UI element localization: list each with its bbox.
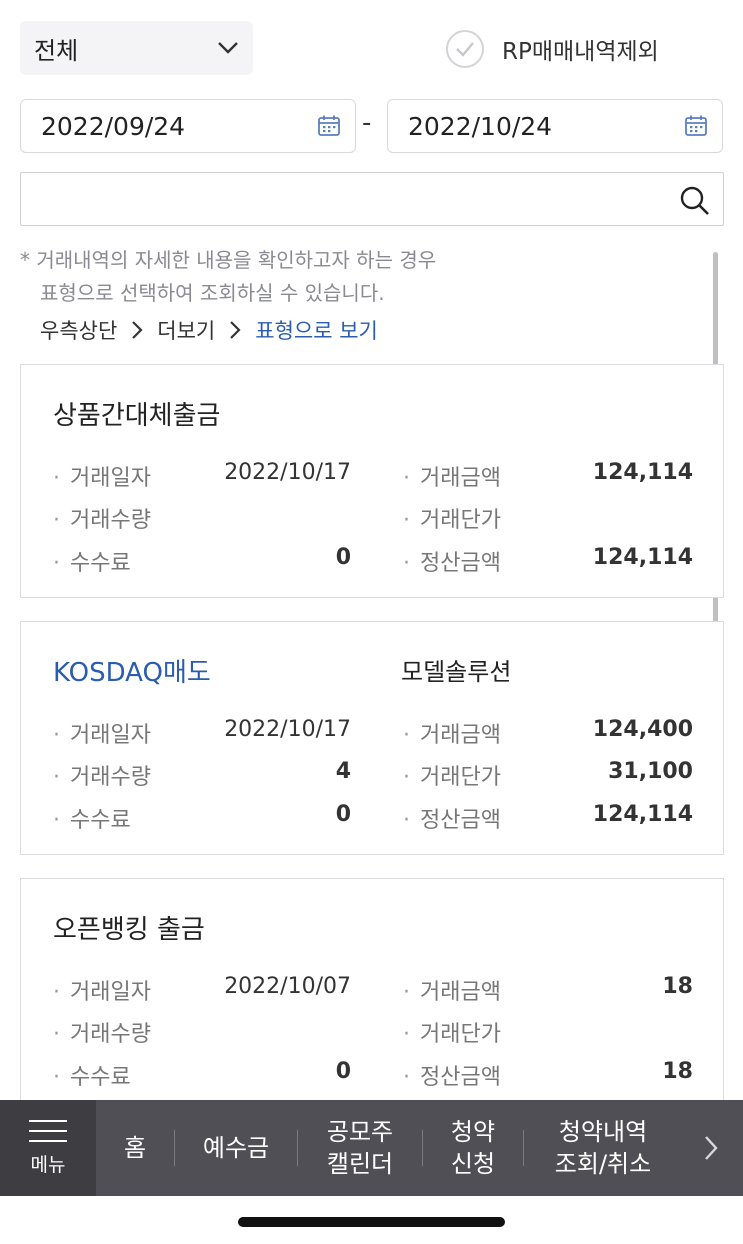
trade-qty-label: 거래수량	[53, 1016, 151, 1048]
detail-row: 수수료 0 정산금액 124,114	[21, 545, 723, 577]
notice-line-1: * 거래내역의 자세한 내용을 확인하고자 하는 경우	[20, 248, 437, 272]
trade-amount-label: 거래금액	[403, 717, 501, 749]
settle-amount-value: 124,114	[592, 802, 693, 827]
transaction-card[interactable]: KOSDAQ매도 모델솔루션 거래일자 2022/10/17 거래금액 124,…	[20, 621, 724, 855]
trade-date-label: 거래일자	[53, 717, 151, 749]
chevron-right-icon	[230, 321, 241, 339]
menu-label: 메뉴	[30, 1153, 66, 1176]
home-indicator	[238, 1217, 505, 1227]
detail-row: 수수료 0 정산금액 124,114	[21, 802, 723, 834]
trade-qty-label: 거래수량	[53, 759, 151, 791]
trade-qty-label: 거래수량	[53, 502, 151, 534]
fee-label: 수수료	[53, 802, 131, 834]
fee-label: 수수료	[53, 1059, 131, 1091]
settle-amount-label: 정산금액	[403, 1059, 501, 1091]
stock-name: 모델솔루션	[401, 658, 512, 686]
settle-amount-value: 124,114	[592, 545, 693, 570]
select-value: 전체	[34, 36, 79, 65]
breadcrumb-step-3: 표형으로 보기	[255, 319, 378, 343]
menu-button[interactable]: 메뉴	[0, 1100, 96, 1196]
trade-date-label: 거래일자	[53, 974, 151, 1006]
trade-amount-value: 124,114	[592, 460, 693, 485]
transaction-card[interactable]: 상품간대체출금 거래일자 2022/10/17 거래금액 124,114 거래수…	[20, 364, 724, 598]
nav-deposit[interactable]: 예수금	[175, 1100, 297, 1196]
nav-next-button[interactable]	[682, 1100, 740, 1196]
nav-subscribe[interactable]: 청약 신청	[423, 1100, 523, 1196]
rp-exclude-checkbox[interactable]: RP매매내역제외	[446, 30, 659, 68]
chevron-right-icon	[132, 321, 143, 339]
detail-row: 거래수량 4 거래단가 31,100	[21, 759, 723, 791]
search-icon[interactable]	[679, 185, 711, 217]
trade-date-value: 2022/10/07	[224, 974, 351, 999]
trade-amount-value: 124,400	[592, 717, 693, 742]
check-icon	[446, 30, 484, 68]
trade-date-value: 2022/10/17	[224, 460, 351, 485]
breadcrumb-step-2: 더보기	[157, 319, 216, 343]
detail-row: 거래수량 거래단가	[21, 502, 723, 534]
fee-value: 0	[335, 545, 351, 570]
nav-deposit-label: 예수금	[202, 1134, 270, 1162]
date-to-field[interactable]: 2022/10/24	[387, 99, 723, 153]
rp-exclude-label: RP매매내역제외	[502, 39, 659, 65]
trade-amount-value: 18	[662, 974, 693, 999]
transaction-card[interactable]: 오픈뱅킹 출금 거래일자 2022/10/07 거래금액 18 거래수량 거래단…	[20, 878, 724, 1112]
date-separator: -	[362, 108, 372, 138]
notice-line-2: 표형으로 선택하여 조회하실 수 있습니다.	[40, 281, 385, 305]
fee-label: 수수료	[53, 545, 131, 577]
breadcrumb: 우측상단 더보기 표형으로 보기	[40, 315, 378, 345]
chevron-right-icon	[705, 1136, 718, 1160]
nav-subscribe-history-line2: 조회/취소	[554, 1150, 652, 1178]
transaction-title: 상품간대체출금	[53, 401, 221, 431]
detail-row: 수수료 0 정산금액 18	[21, 1059, 723, 1091]
trade-date-label: 거래일자	[53, 460, 151, 492]
search-input[interactable]	[20, 172, 724, 226]
chevron-down-icon	[218, 42, 238, 54]
hamburger-icon	[29, 1119, 67, 1142]
nav-home[interactable]: 홈	[96, 1100, 174, 1196]
transaction-title: KOSDAQ매도	[53, 658, 211, 688]
nav-subscribe-line2: 신청	[450, 1150, 496, 1178]
notice-text: * 거래내역의 자세한 내용을 확인하고자 하는 경우 표형으로 선택하여 조회…	[20, 244, 436, 310]
nav-subscribe-line1: 청약	[450, 1118, 496, 1146]
fee-value: 0	[335, 1059, 351, 1084]
date-from-value: 2022/09/24	[41, 111, 186, 141]
unit-price-label: 거래단가	[403, 1016, 501, 1048]
nav-ipo-calendar[interactable]: 공모주 캘린더	[298, 1100, 422, 1196]
trade-qty-value: 4	[335, 759, 351, 784]
nav-ipo-calendar-line2: 캘린더	[326, 1150, 394, 1178]
detail-row: 거래일자 2022/10/17 거래금액 124,400	[21, 717, 723, 749]
detail-row: 거래수량 거래단가	[21, 1016, 723, 1048]
transaction-title: 오픈뱅킹 출금	[53, 915, 205, 945]
calendar-icon	[318, 115, 340, 136]
trade-date-value: 2022/10/17	[224, 717, 351, 742]
unit-price-label: 거래단가	[403, 759, 501, 791]
settle-amount-value: 18	[662, 1059, 693, 1084]
account-filter-select[interactable]: 전체	[20, 21, 253, 75]
nav-subscribe-history-line1: 청약내역	[558, 1118, 648, 1146]
date-from-field[interactable]: 2022/09/24	[20, 99, 356, 153]
bottom-nav: 메뉴 홈 예수금 공모주 캘린더 청약 신청 청약내역 조회/취소	[0, 1100, 743, 1196]
nav-subscribe-history[interactable]: 청약내역 조회/취소	[524, 1100, 682, 1196]
nav-ipo-calendar-line1: 공모주	[326, 1118, 394, 1146]
trade-amount-label: 거래금액	[403, 974, 501, 1006]
breadcrumb-step-1: 우측상단	[40, 319, 118, 343]
detail-row: 거래일자 2022/10/17 거래금액 124,114	[21, 460, 723, 492]
fee-value: 0	[335, 802, 351, 827]
date-to-value: 2022/10/24	[408, 111, 553, 141]
settle-amount-label: 정산금액	[403, 802, 501, 834]
trade-amount-label: 거래금액	[403, 460, 501, 492]
calendar-icon	[685, 115, 707, 136]
unit-price-label: 거래단가	[403, 502, 501, 534]
unit-price-value: 31,100	[608, 759, 693, 784]
detail-row: 거래일자 2022/10/07 거래금액 18	[21, 974, 723, 1006]
nav-home-label: 홈	[123, 1134, 147, 1162]
settle-amount-label: 정산금액	[403, 545, 501, 577]
